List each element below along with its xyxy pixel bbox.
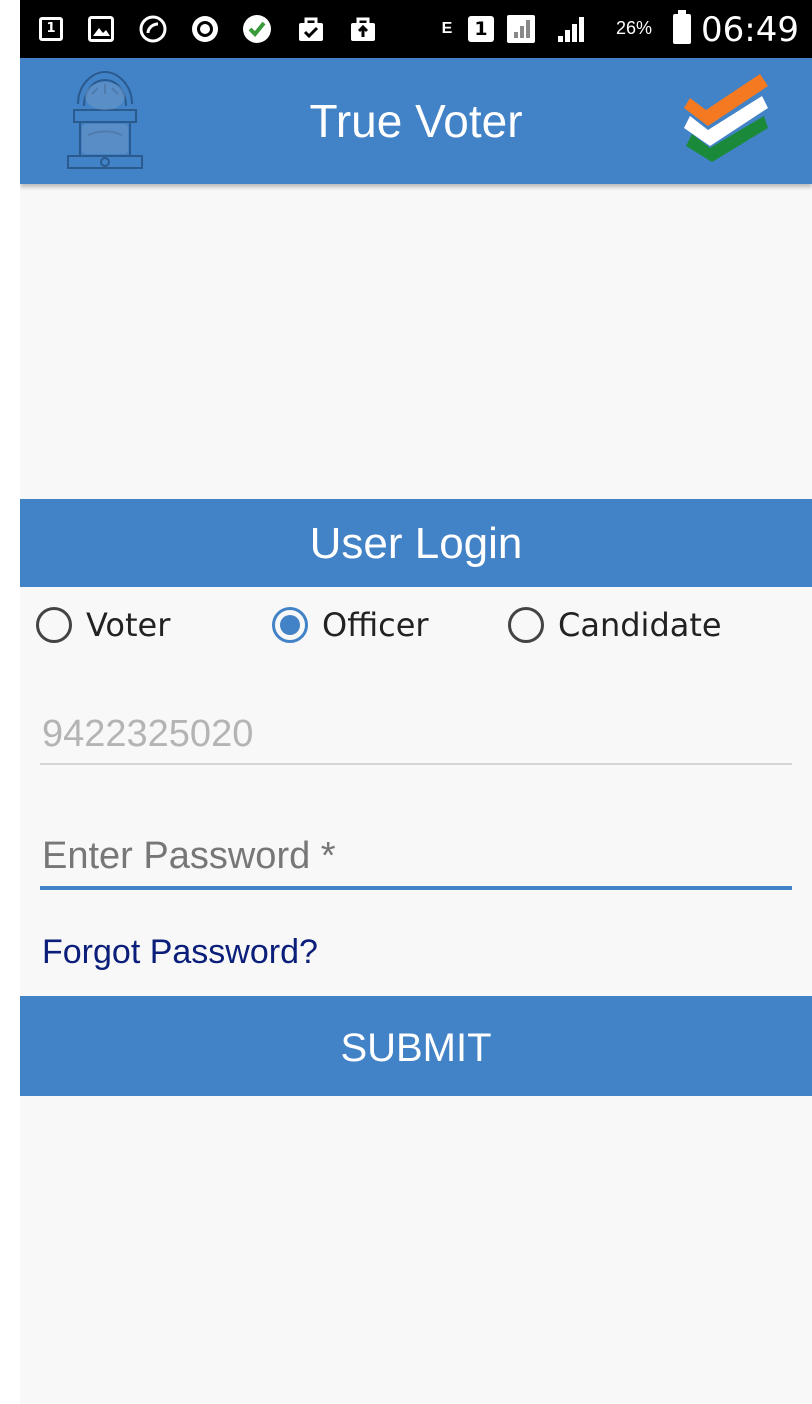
gallery-icon bbox=[86, 14, 116, 44]
signal-sim2-icon bbox=[506, 14, 536, 44]
role-label-voter: Voter bbox=[86, 606, 171, 644]
role-label-candidate: Candidate bbox=[558, 606, 722, 644]
data-network-icon: E bbox=[441, 20, 453, 37]
signal-strength-icon bbox=[556, 14, 586, 44]
radio-button-unchecked[interactable] bbox=[508, 607, 544, 643]
app-bar: True Voter bbox=[20, 58, 812, 184]
app-screen: 1 E 1 26% 06:49 True Voter User Login Vo… bbox=[20, 0, 812, 1404]
radio-button-unchecked[interactable] bbox=[36, 607, 72, 643]
tricolor-check-logo bbox=[684, 74, 768, 162]
clock: 06:49 bbox=[701, 10, 799, 50]
sim-one-icon: 1 bbox=[466, 14, 496, 44]
missed-call-icon bbox=[138, 14, 168, 44]
shopping-bag-icon bbox=[296, 14, 326, 44]
battery-icon bbox=[673, 10, 691, 44]
role-radio-candidate[interactable]: Candidate bbox=[508, 600, 722, 650]
role-label-officer: Officer bbox=[322, 606, 429, 644]
battery-percent: 26% bbox=[616, 18, 653, 38]
record-icon bbox=[190, 14, 220, 44]
mobile-number-field[interactable] bbox=[40, 705, 792, 765]
app-notification-icon bbox=[242, 14, 272, 44]
forgot-password-link[interactable]: Forgot Password? bbox=[42, 933, 318, 972]
radio-button-checked[interactable] bbox=[272, 607, 308, 643]
login-header: User Login bbox=[20, 499, 812, 587]
sim-card-icon: 1 bbox=[36, 14, 66, 44]
submit-button[interactable]: SUBMIT bbox=[20, 996, 812, 1096]
upload-bag-icon bbox=[348, 14, 378, 44]
status-bar: 1 E 1 26% 06:49 bbox=[20, 0, 812, 58]
role-radio-voter[interactable]: Voter bbox=[36, 600, 170, 650]
password-field[interactable] bbox=[40, 826, 792, 890]
role-radio-officer[interactable]: Officer bbox=[272, 600, 429, 650]
